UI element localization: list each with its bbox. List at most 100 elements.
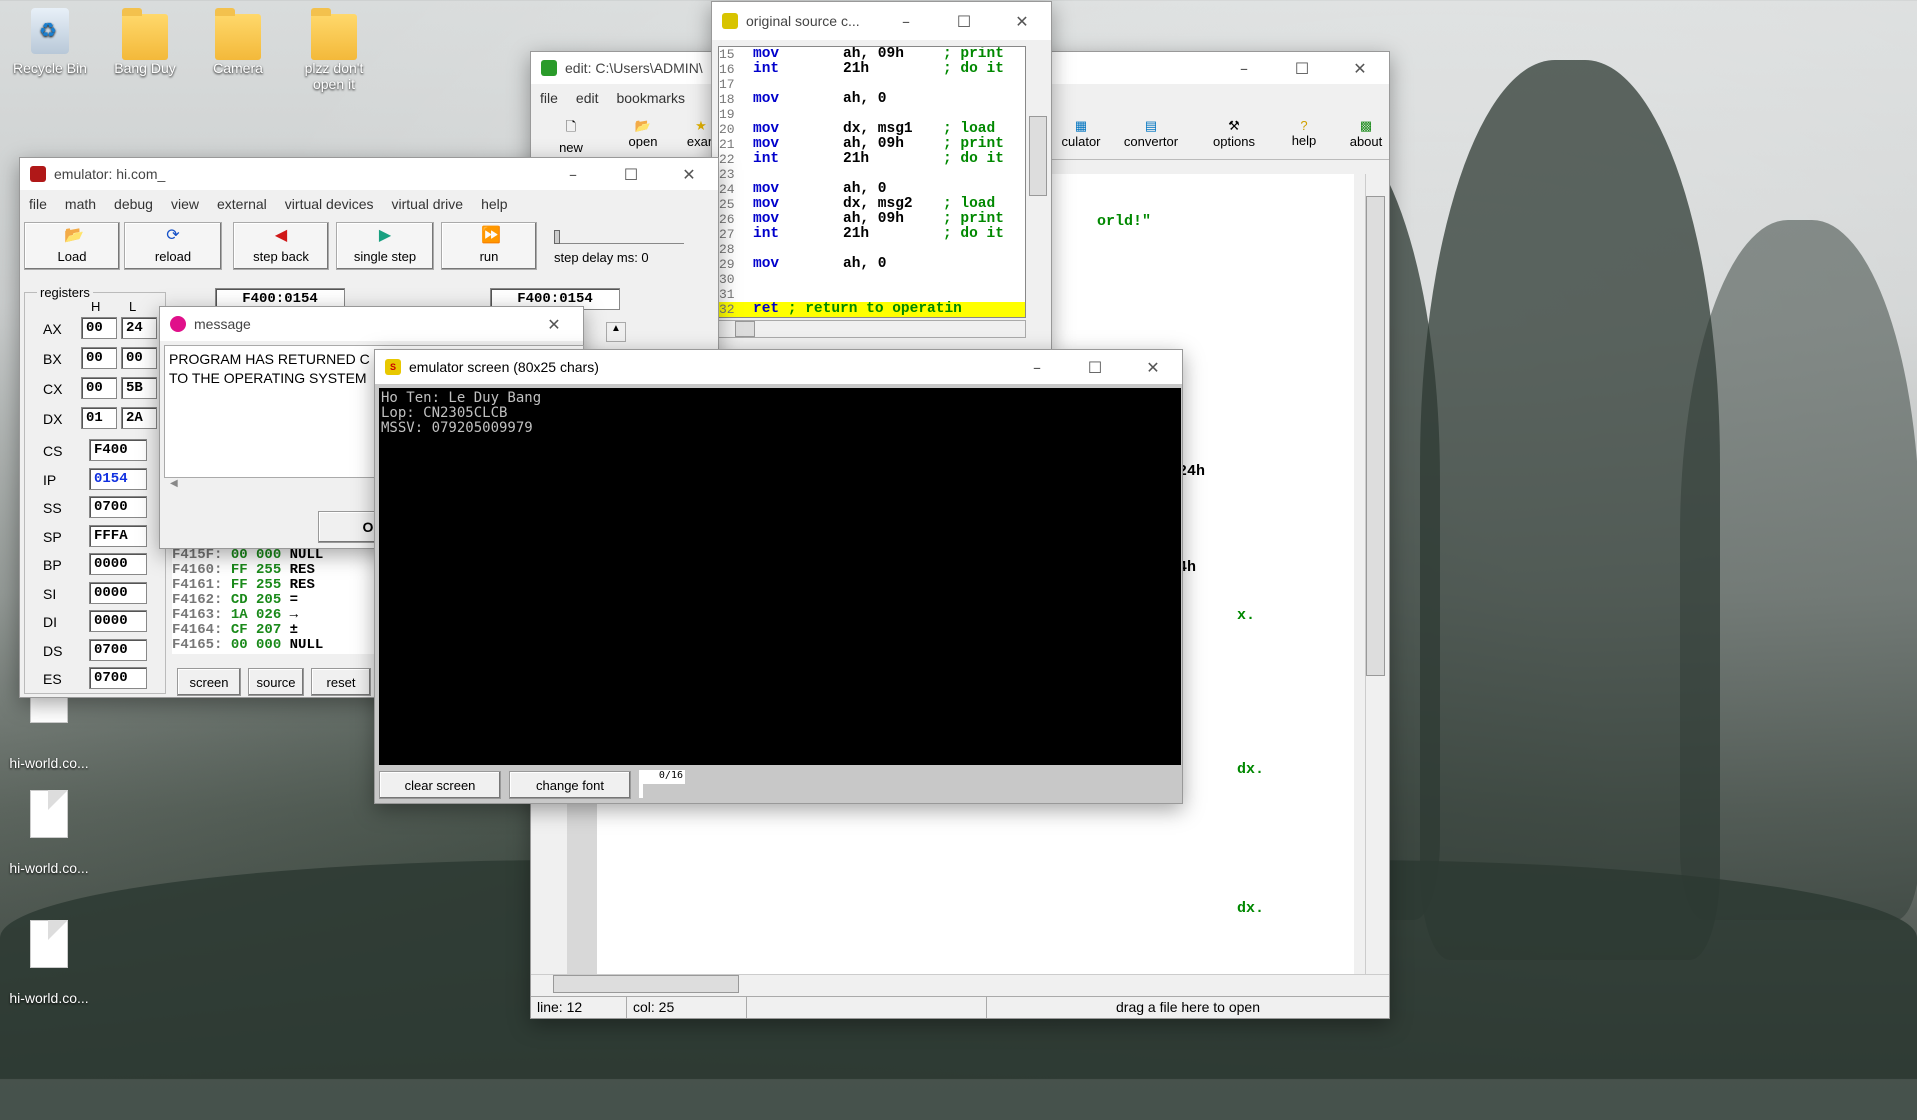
step-delay-slider[interactable] [554,230,684,244]
menu-view[interactable]: view [162,196,208,212]
scroll-up-icon[interactable]: ▲ [606,322,626,342]
desktop-icon-camera[interactable]: Camera [193,8,283,76]
register-low-field[interactable]: 5B [121,377,157,399]
maximize-icon[interactable]: ☐ [935,12,993,31]
memory-row[interactable]: F4165: 00 000 NULL [172,638,392,653]
close-icon[interactable]: ✕ [525,315,583,334]
memory-row[interactable]: F4164: CF 207 ± [172,623,392,638]
register-high-field[interactable]: 01 [81,407,117,429]
scroll-thumb[interactable] [553,975,739,993]
desktop-icon-plzz[interactable]: plzz don't open it [288,8,380,92]
maximize-icon[interactable]: ☐ [1273,59,1331,78]
maximize-icon[interactable]: ☐ [602,165,660,184]
window-title: message [194,316,251,332]
register-value-field[interactable]: 0000 [89,581,147,604]
menu-file[interactable]: file [20,196,56,212]
single-step-button[interactable]: ▶ single step [336,222,434,270]
register-low-field[interactable]: 2A [121,407,157,429]
minimize-icon[interactable]: – [877,12,935,31]
slider-handle[interactable] [554,230,560,244]
convertor-button[interactable]: ▤ convertor [1111,118,1191,149]
message-icon [170,316,186,332]
editor-hscrollbar[interactable] [531,974,1389,994]
char-counter: 0/16 [639,770,685,784]
menu-bookmarks[interactable]: bookmarks [607,90,693,106]
editor-vscrollbar[interactable] [1365,174,1385,974]
register-value-field[interactable]: 0154 [89,467,147,490]
memory-hex: 1A [230,607,257,623]
emulator-titlebar[interactable]: emulator: hi.com_ – ☐ ✕ [20,158,718,190]
menu-virtual-drive[interactable]: virtual drive [383,196,473,212]
register-low-field[interactable]: 00 [121,347,157,369]
close-icon[interactable]: ✕ [1124,358,1182,377]
register-high-field[interactable]: 00 [81,317,117,339]
screen-button[interactable]: screen [177,668,241,696]
register-value-field[interactable]: 0000 [89,610,147,632]
step-delay-label: step delay ms: 0 [554,250,649,265]
step-back-icon: ◀ [274,227,288,244]
register-value-field[interactable]: 0000 [89,553,147,575]
menu-math[interactable]: math [56,196,105,212]
maximize-icon[interactable]: ☐ [1066,358,1124,377]
reload-button[interactable]: ⟳ reload [124,222,222,270]
options-button[interactable]: ⚒ options [1199,118,1269,149]
close-icon[interactable]: ✕ [1331,59,1389,78]
source-code-area[interactable]: 15 mov ah, 09h ; print 16 int 21h ; do it 17 18 mo… [718,46,1026,318]
memory-char: RES [289,577,315,593]
screen-titlebar[interactable]: S emulator screen (80x25 chars) – ☐ ✕ [375,350,1182,384]
new-button[interactable]: 🗋 new [549,118,593,155]
register-low-field[interactable]: 24 [121,317,157,339]
run-button[interactable]: ⏩ run [441,222,537,270]
desktop-icon-file[interactable]: hi-world.co... [4,790,94,876]
close-icon[interactable]: ✕ [660,165,718,184]
scroll-thumb[interactable] [1029,116,1047,196]
desktop-icon-bang-duy[interactable]: Bang Duy [100,8,190,76]
calculator-button[interactable]: ▦ culator [1051,118,1111,149]
menu-external[interactable]: external [208,196,276,212]
toolbar-label: help [1291,133,1317,148]
source-line: 27 int 21h ; do it [719,227,1025,243]
memory-row[interactable]: F4160: FF 255 RES [172,563,392,578]
close-icon[interactable]: ✕ [993,12,1051,31]
register-value-field[interactable]: F400 [89,439,147,461]
memory-list[interactable]: F415F: 00 000 NULL F4160: FF 255 RES F4161… [172,548,392,654]
source-button[interactable]: source [248,668,304,696]
memory-row[interactable]: F4163: 1A 026 → [172,608,392,623]
load-button[interactable]: 📂 Load [24,222,120,270]
memory-row[interactable]: F4162: CD 205 = [172,593,392,608]
memory-row[interactable]: F4161: FF 255 RES [172,578,392,593]
help-button[interactable]: ? help [1279,118,1329,148]
menu-file[interactable]: file [531,90,567,106]
open-button[interactable]: 📂 open [621,118,665,149]
step-back-button[interactable]: ◀ step back [233,222,329,270]
register-high-field[interactable]: 00 [81,347,117,369]
menu-debug[interactable]: debug [105,196,162,212]
menu-edit[interactable]: edit [567,90,608,106]
scroll-thumb[interactable] [735,321,755,337]
memory-row[interactable]: F415F: 00 000 NULL [172,548,392,563]
register-value-field[interactable]: FFFA [89,524,147,547]
reset-button[interactable]: reset [311,668,371,696]
code-keyword [753,167,843,182]
console-output[interactable]: Ho Ten: Le Duy Bang Lop: CN2305CLCB MSSV… [379,388,1181,765]
source-vscrollbar[interactable] [1029,46,1047,318]
change-font-button[interactable]: change font [509,771,631,799]
source-hscrollbar[interactable] [718,320,1026,338]
message-titlebar[interactable]: message ✕ [160,307,583,341]
clear-screen-button[interactable]: clear screen [379,771,501,799]
menu-help[interactable]: help [472,196,516,212]
minimize-icon[interactable]: – [1215,59,1273,78]
about-button[interactable]: ▩ about [1341,118,1391,149]
scroll-thumb[interactable] [1366,196,1385,676]
menu-virtual-devices[interactable]: virtual devices [276,196,383,212]
desktop-icon-recycle-bin[interactable]: ♻ Recycle Bin [5,8,95,76]
register-value-field[interactable]: 0700 [89,496,147,518]
register-value-field[interactable]: 0700 [89,667,147,689]
code-keyword: mov [753,256,780,272]
register-high-field[interactable]: 00 [81,377,117,399]
register-value-field[interactable]: 0700 [89,638,147,661]
minimize-icon[interactable]: – [1008,358,1066,377]
minimize-icon[interactable]: – [544,165,602,184]
source-titlebar[interactable]: original source c... – ☐ ✕ [712,2,1051,40]
desktop-icon-file[interactable]: hi-world.co... [4,920,94,1006]
